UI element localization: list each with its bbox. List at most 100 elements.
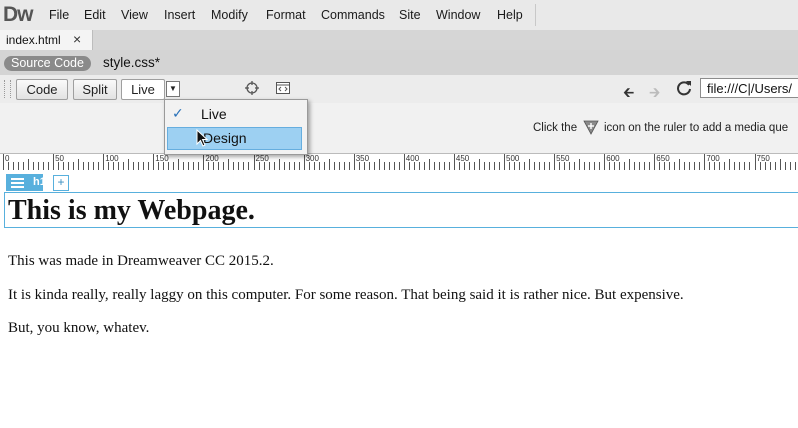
ruler-tick	[348, 162, 350, 170]
ruler-tick	[23, 162, 25, 170]
ruler-tick	[544, 162, 546, 170]
menu-modify[interactable]: Modify	[211, 8, 248, 22]
ruler-major-tick	[3, 154, 4, 170]
ruler-tick	[619, 162, 621, 170]
live-view-button[interactable]: Live	[121, 79, 165, 100]
ruler-tick	[423, 162, 425, 170]
ruler-label: 450	[455, 154, 470, 163]
close-tab-icon[interactable]: ×	[73, 31, 81, 47]
ruler-label: 150	[155, 154, 169, 163]
ruler-tick	[148, 162, 150, 170]
menu-format[interactable]: Format	[266, 8, 306, 22]
ruler-tick	[559, 162, 561, 170]
ruler-tick	[784, 162, 786, 170]
ruler-tick	[759, 162, 761, 170]
ruler-tick	[288, 162, 290, 170]
ruler[interactable]: 0 50 100 150 200 250 300 350 400 450 500 550 600 650 7…	[0, 153, 798, 172]
toolbar-grip-icon[interactable]	[4, 80, 11, 98]
ruler-tick	[624, 162, 626, 170]
ruler-tick	[128, 159, 130, 170]
crosshair-icon[interactable]	[245, 81, 259, 95]
paragraph-3[interactable]: But, you know, whatev.	[8, 320, 149, 337]
ruler-tick	[18, 162, 20, 170]
refresh-icon[interactable]	[676, 80, 692, 96]
ruler-tick	[458, 162, 460, 170]
ruler-tick	[779, 159, 781, 170]
ruler-tick	[774, 162, 776, 170]
ruler-tick	[684, 162, 686, 170]
app-logo: Dw	[3, 3, 33, 26]
ruler-tick	[473, 162, 475, 170]
ruler-label: 600	[606, 154, 620, 163]
menu-commands[interactable]: Commands	[321, 8, 385, 22]
mouse-cursor-icon	[196, 129, 208, 147]
menu-view[interactable]: View	[121, 8, 148, 22]
ruler-major-tick	[303, 154, 305, 170]
dropdown-item-live[interactable]	[165, 102, 305, 126]
source-code-button[interactable]: Source Code	[4, 56, 91, 71]
ruler-major-tick	[353, 154, 355, 170]
ruler-tick	[133, 162, 135, 170]
ruler-tick	[498, 162, 500, 170]
ruler-major-tick	[554, 154, 556, 170]
ruler-tick	[549, 162, 551, 170]
ruler-tick	[258, 162, 260, 170]
ruler-tick	[468, 162, 470, 170]
ruler-tick	[589, 162, 591, 170]
ruler-tick	[539, 162, 541, 170]
code-view-button[interactable]: Code	[16, 79, 68, 100]
ruler-tick	[198, 162, 200, 170]
ruler-tick	[413, 162, 415, 170]
ruler-tick	[729, 159, 731, 170]
split-view-button[interactable]: Split	[73, 79, 117, 100]
ruler-tick	[138, 162, 140, 170]
ruler-tick	[564, 162, 566, 170]
ruler-major-tick	[654, 154, 656, 170]
ruler-tick	[298, 162, 300, 170]
ruler-tick	[719, 162, 721, 170]
ruler-tick	[714, 162, 716, 170]
ruler-major-tick	[453, 154, 455, 170]
paragraph-1[interactable]: This was made in Dreamweaver CC 2015.2.	[8, 253, 274, 270]
menu-file[interactable]: File	[49, 8, 69, 22]
ruler-tick	[689, 162, 691, 170]
address-field[interactable]: file:///C|/Users/	[700, 78, 798, 98]
menu-help[interactable]: Help	[497, 8, 523, 22]
ruler-major-tick	[53, 154, 55, 170]
live-dropdown-arrow[interactable]: ▼	[166, 81, 180, 97]
ruler-tick	[223, 162, 225, 170]
ruler-tick	[699, 162, 701, 170]
ruler-tick	[333, 162, 335, 170]
paragraph-2[interactable]: It is kinda really, really laggy on this…	[8, 287, 684, 304]
ruler-tick	[463, 162, 465, 170]
ruler-tick	[363, 162, 365, 170]
ruler-tick	[188, 162, 190, 170]
ruler-tick	[113, 162, 115, 170]
ruler-tick	[393, 162, 395, 170]
menu-insert[interactable]: Insert	[164, 8, 195, 22]
checkmark-icon: ✓	[172, 105, 184, 121]
related-file-style-css[interactable]: style.css*	[103, 55, 160, 70]
ruler-tick	[93, 162, 95, 170]
ruler-tick	[343, 162, 345, 170]
ruler-tick	[644, 162, 646, 170]
page-heading[interactable]: This is my Webpage.	[8, 195, 255, 227]
ruler-tick	[63, 162, 65, 170]
ruler-major-tick	[103, 154, 105, 170]
menu-site[interactable]: Site	[399, 8, 421, 22]
inspect-code-icon[interactable]	[276, 81, 290, 95]
ruler-tick	[193, 162, 195, 170]
ruler-tick	[243, 162, 245, 170]
ruler-tick	[679, 159, 681, 170]
hamburger-menu-icon[interactable]	[11, 177, 24, 188]
add-class-button[interactable]: +	[53, 175, 69, 191]
ruler-tick	[98, 162, 100, 170]
menu-edit[interactable]: Edit	[84, 8, 106, 22]
ruler-major-tick	[403, 154, 405, 170]
ruler-tick	[388, 162, 390, 170]
ruler-tick	[398, 162, 400, 170]
ruler-tick	[123, 162, 125, 170]
menu-window[interactable]: Window	[436, 8, 480, 22]
ruler-tick	[158, 162, 160, 170]
element-tag-label: h1	[33, 176, 46, 188]
